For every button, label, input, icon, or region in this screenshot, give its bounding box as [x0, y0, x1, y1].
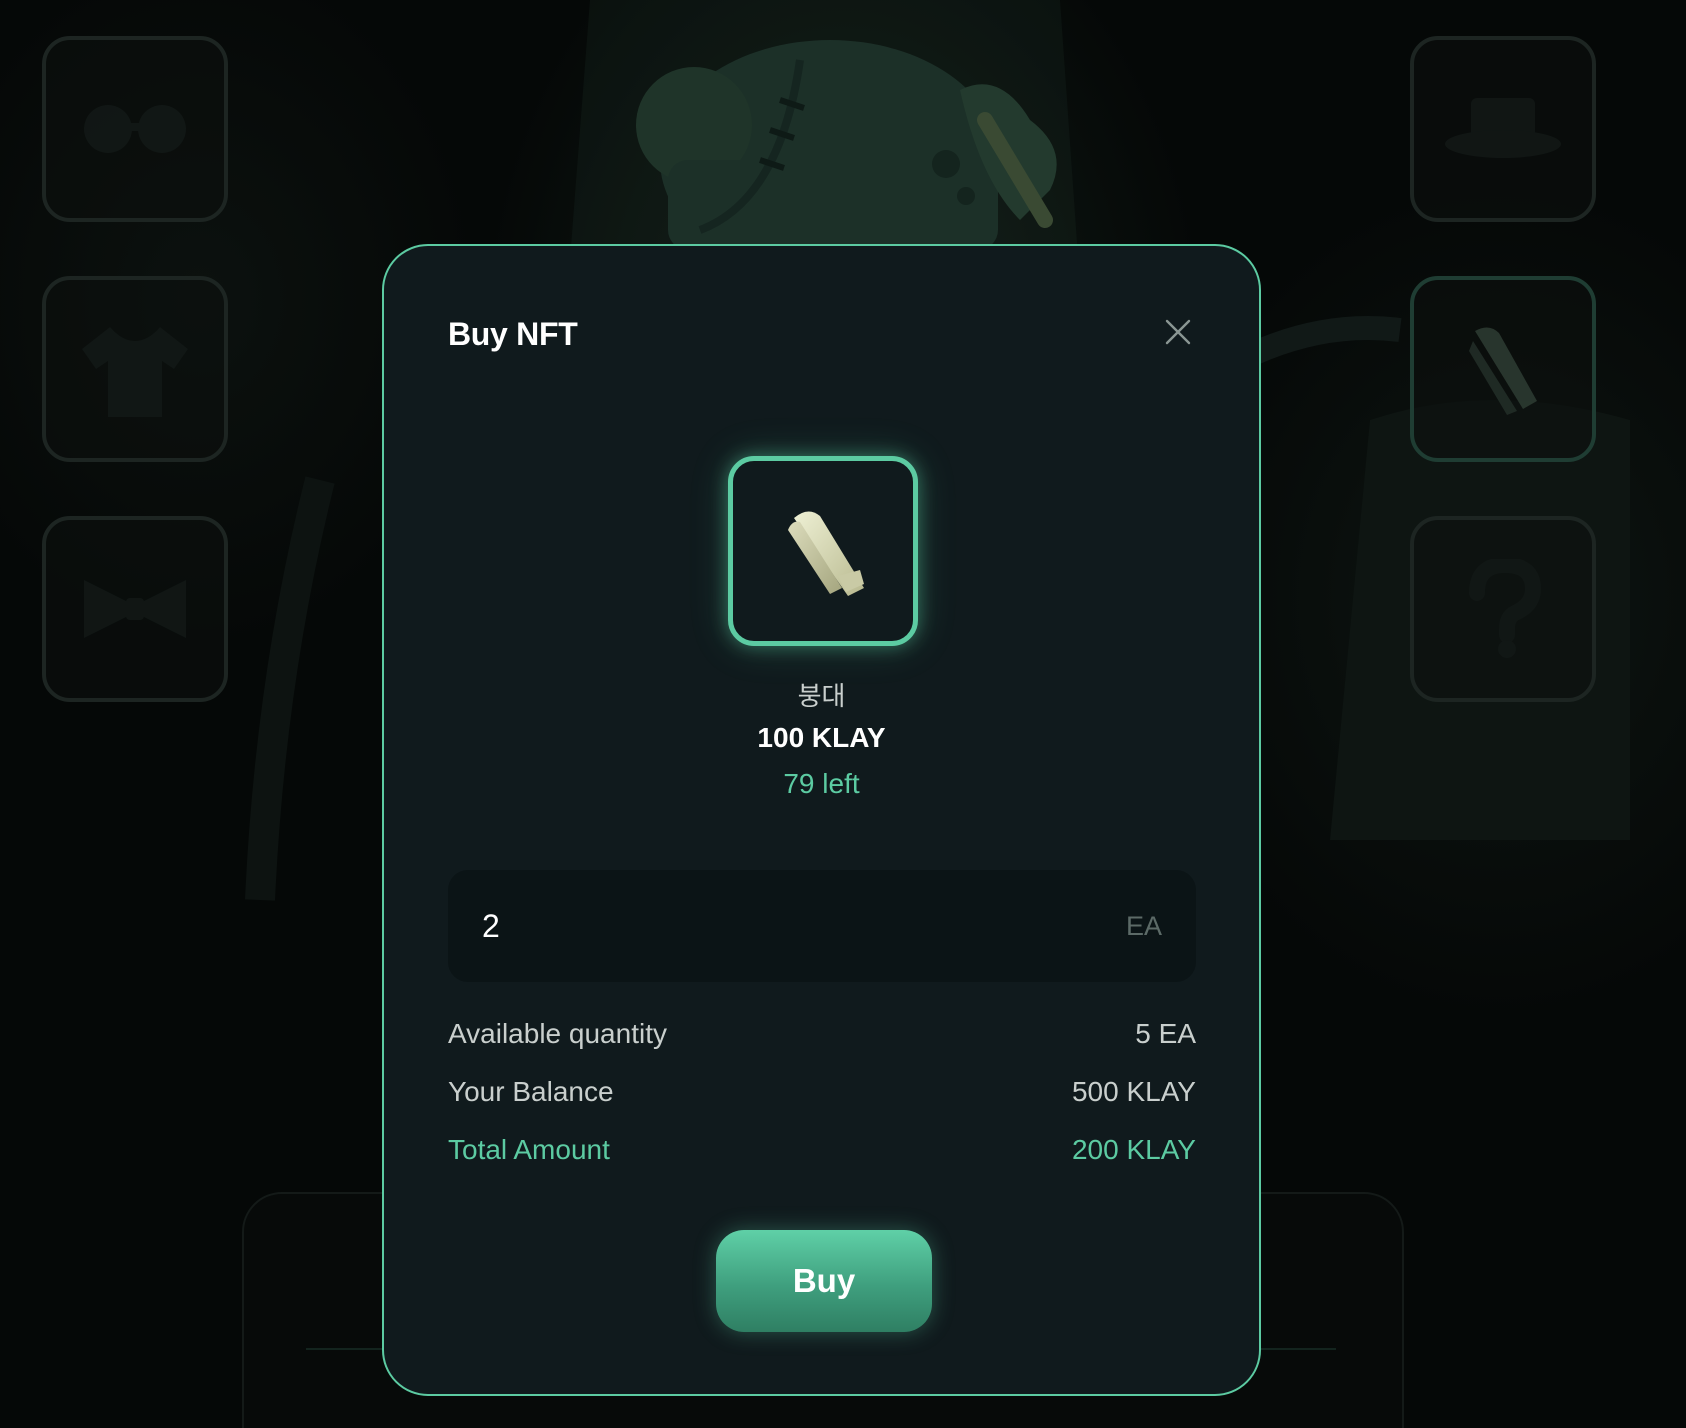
- slot-bandage[interactable]: [1410, 276, 1596, 462]
- quantity-input[interactable]: [448, 869, 1126, 983]
- item-name: 붕대: [797, 681, 846, 711]
- balance-value: 500 KLAY: [1071, 1076, 1196, 1107]
- glasses-icon: [84, 105, 186, 153]
- slot-tshirt[interactable]: [42, 276, 228, 462]
- slot-mystery[interactable]: [1410, 516, 1596, 702]
- modal-title: Buy NFT: [448, 316, 578, 352]
- available-quantity-row: Available quantity 5 EA: [448, 1018, 1196, 1050]
- slot-hat[interactable]: [1410, 36, 1596, 222]
- total-amount-row: Total Amount 200 KLAY: [448, 1134, 1196, 1166]
- quantity-unit: EA: [1125, 910, 1162, 941]
- buy-nft-modal: Buy NFT 붕대 100 KLAY 79 left 2 EA Availab…: [382, 244, 1261, 1396]
- item-image-frame: [728, 456, 918, 646]
- page-background: Buy NFT 붕대 100 KLAY 79 left 2 EA Availab…: [0, 0, 1686, 1428]
- balance-label: Your Balance: [448, 1076, 614, 1107]
- close-icon[interactable]: [1164, 318, 1192, 346]
- quantity-field[interactable]: EA: [448, 869, 1196, 983]
- buy-button[interactable]: Buy: [716, 1230, 932, 1332]
- slot-glasses[interactable]: [42, 36, 228, 222]
- bowtie-icon: [84, 580, 186, 638]
- available-quantity-label: Available quantity: [448, 1018, 667, 1049]
- total-amount-value: 200 KLAY: [1071, 1134, 1196, 1165]
- item-remaining: 79 left: [783, 768, 860, 799]
- available-quantity-value: 5 EA: [1135, 1018, 1196, 1049]
- balance-row: Your Balance 500 KLAY: [448, 1076, 1196, 1108]
- question-icon: [1469, 559, 1542, 658]
- bandage-icon: [1469, 327, 1537, 415]
- slot-bowtie[interactable]: [42, 516, 228, 702]
- hat-icon: [1445, 98, 1561, 158]
- bandage-icon: [788, 511, 864, 596]
- tshirt-icon: [82, 327, 188, 417]
- item-price: 100 KLAY: [757, 722, 886, 753]
- total-amount-label: Total Amount: [448, 1134, 610, 1165]
